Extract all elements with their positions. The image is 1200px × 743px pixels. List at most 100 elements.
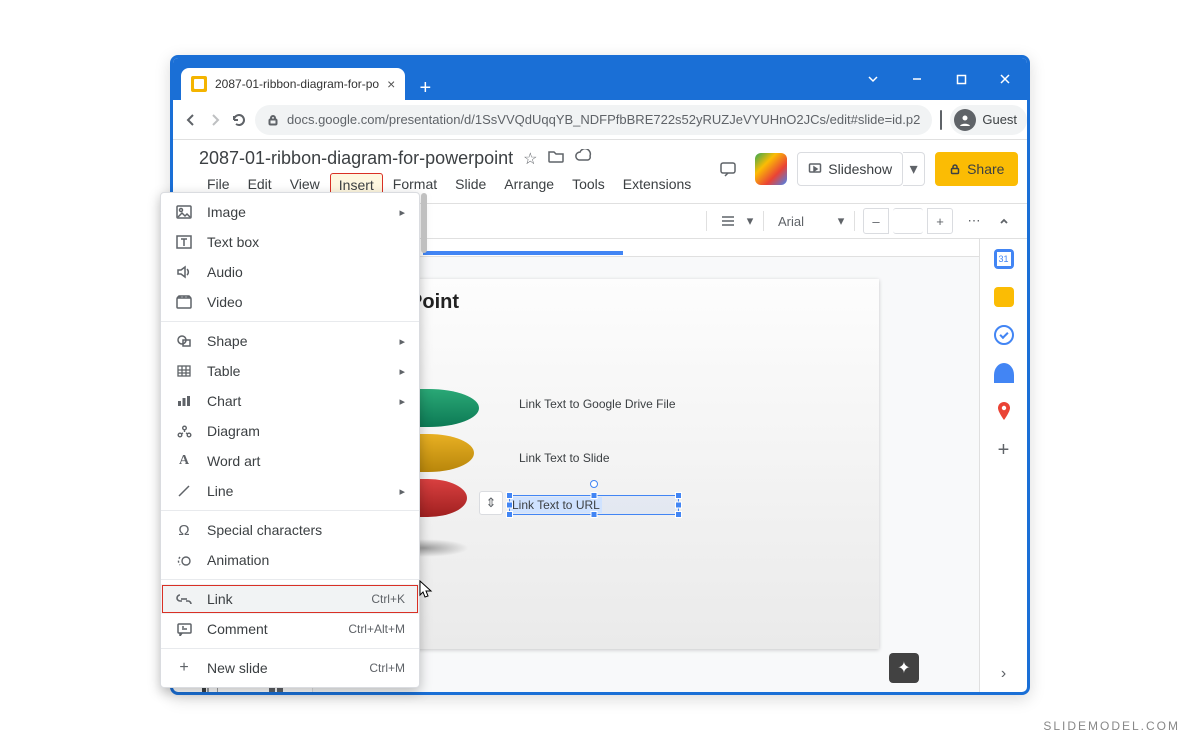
link-icon <box>175 590 193 608</box>
menu-item-textbox[interactable]: Text box <box>161 227 419 257</box>
explore-button[interactable]: ✦ <box>889 653 919 683</box>
menu-item-new-slide[interactable]: +New slideCtrl+M <box>161 653 419 683</box>
doc-area: 2087-01-ribbon-diagram-for-powerpoint ☆ … <box>199 148 699 197</box>
menu-arrange[interactable]: Arrange <box>496 173 562 197</box>
tab-strip: 2087-01-ribbon-diagram-for-po × + <box>173 58 439 100</box>
resize-handle[interactable] <box>591 511 598 518</box>
submenu-arrow-icon: ▸ <box>399 335 405 348</box>
diagram-icon <box>175 422 193 440</box>
scrollbar[interactable] <box>421 193 427 253</box>
submenu-arrow-icon: ▸ <box>399 206 405 219</box>
comment-history-button[interactable] <box>711 152 745 186</box>
link-text-slide[interactable]: Link Text to Slide <box>519 451 610 465</box>
chevron-down-icon[interactable] <box>851 58 895 100</box>
resize-handle[interactable] <box>675 502 682 509</box>
menu-slide[interactable]: Slide <box>447 173 494 197</box>
star-icon[interactable]: ☆ <box>523 149 537 169</box>
chart-icon <box>175 392 193 410</box>
tab-close-icon[interactable]: × <box>379 76 395 92</box>
link-text-drive[interactable]: Link Text to Google Drive File <box>519 397 676 411</box>
move-icon[interactable] <box>548 149 564 169</box>
browser-tab[interactable]: 2087-01-ribbon-diagram-for-po × <box>181 68 405 100</box>
font-size-decrease[interactable]: – <box>863 208 889 234</box>
slideshow-button[interactable]: Slideshow <box>797 152 903 186</box>
font-dropdown[interactable]: ▾ <box>836 208 846 234</box>
align-button[interactable] <box>715 208 741 234</box>
resize-handle[interactable] <box>506 511 513 518</box>
submenu-arrow-icon: ▸ <box>399 365 405 378</box>
font-size-field[interactable] <box>893 208 923 234</box>
submenu-arrow-icon: ▸ <box>399 485 405 498</box>
align-dropdown[interactable]: ▾ <box>745 208 755 234</box>
selected-text-box[interactable]: Link Text to URL <box>509 495 679 515</box>
more-tools-button[interactable]: ⋯ <box>961 208 987 234</box>
menu-item-video[interactable]: Video <box>161 287 419 317</box>
menu-item-chart[interactable]: Chart▸ <box>161 386 419 416</box>
resize-handle[interactable] <box>675 492 682 499</box>
forward-button[interactable] <box>207 108 223 132</box>
menu-item-special-characters[interactable]: ΩSpecial characters <box>161 515 419 545</box>
keep-icon[interactable] <box>994 287 1014 307</box>
shortcut-label: Ctrl+M <box>369 661 405 675</box>
expand-side-panel-icon[interactable]: › <box>1001 665 1006 683</box>
watermark: SLIDEMODEL.COM <box>1043 719 1180 733</box>
menu-item-comment[interactable]: CommentCtrl+Alt+M <box>161 614 419 644</box>
resize-handle[interactable] <box>675 511 682 518</box>
table-icon <box>175 362 193 380</box>
cursor-pointer-icon <box>417 580 435 602</box>
font-size-increase[interactable]: + <box>927 208 953 234</box>
menu-item-link[interactable]: LinkCtrl+K <box>161 584 419 614</box>
shortcut-label: Ctrl+K <box>371 592 405 606</box>
slideshow-dropdown[interactable]: ▾ <box>903 152 925 186</box>
autofit-options-icon[interactable]: ⇕ <box>479 491 503 515</box>
new-tab-button[interactable]: + <box>411 77 439 100</box>
menu-item-image[interactable]: Image▸ <box>161 197 419 227</box>
extensions-icon[interactable] <box>940 110 942 130</box>
submenu-arrow-icon: ▸ <box>399 395 405 408</box>
header-actions: Slideshow ▾ Share <box>711 152 1018 186</box>
reload-button[interactable] <box>231 108 247 132</box>
tab-title: 2087-01-ribbon-diagram-for-po <box>215 77 379 91</box>
menu-item-table[interactable]: Table▸ <box>161 356 419 386</box>
wordart-icon: A <box>175 452 193 470</box>
document-title[interactable]: 2087-01-ribbon-diagram-for-powerpoint <box>199 148 513 169</box>
menu-item-line[interactable]: Line▸ <box>161 476 419 506</box>
menu-item-shape[interactable]: Shape▸ <box>161 326 419 356</box>
font-selector[interactable]: Arial <box>772 208 832 234</box>
textbox-icon <box>175 233 193 251</box>
collapse-toolbar-button[interactable] <box>991 208 1017 234</box>
menu-item-diagram[interactable]: Diagram <box>161 416 419 446</box>
rotate-handle-icon[interactable] <box>590 480 598 488</box>
avatar-icon <box>954 109 976 131</box>
lock-icon <box>267 114 279 126</box>
window-maximize-button[interactable] <box>939 58 983 100</box>
resize-handle[interactable] <box>506 502 513 509</box>
url-field[interactable]: docs.google.com/presentation/d/1SsVVQdUq… <box>255 105 932 135</box>
tasks-icon[interactable] <box>994 325 1014 345</box>
menu-extensions[interactable]: Extensions <box>615 173 699 197</box>
window-controls <box>851 58 1027 100</box>
omega-icon: Ω <box>175 521 193 539</box>
share-button[interactable]: Share <box>935 152 1018 186</box>
resize-handle[interactable] <box>591 492 598 499</box>
menu-item-wordart[interactable]: AWord art <box>161 446 419 476</box>
menu-item-animation[interactable]: Animation <box>161 545 419 575</box>
image-icon <box>175 203 193 221</box>
calendar-icon[interactable]: 31 <box>994 249 1014 269</box>
menu-item-audio[interactable]: Audio <box>161 257 419 287</box>
insert-menu-dropdown: Image▸ Text box Audio Video Shape▸ Table… <box>160 192 420 688</box>
add-addon-button[interactable]: + <box>998 439 1010 462</box>
window-close-button[interactable] <box>983 58 1027 100</box>
resize-handle[interactable] <box>506 492 513 499</box>
meet-button[interactable] <box>755 153 787 185</box>
share-label: Share <box>967 161 1004 177</box>
back-button[interactable] <box>183 108 199 132</box>
contacts-icon[interactable] <box>994 363 1014 383</box>
audio-icon <box>175 263 193 281</box>
window-minimize-button[interactable] <box>895 58 939 100</box>
maps-icon[interactable] <box>994 401 1014 421</box>
profile-chip[interactable]: Guest <box>950 105 1027 135</box>
menu-tools[interactable]: Tools <box>564 173 613 197</box>
shape-icon <box>175 332 193 350</box>
cloud-status-icon[interactable] <box>574 149 592 169</box>
